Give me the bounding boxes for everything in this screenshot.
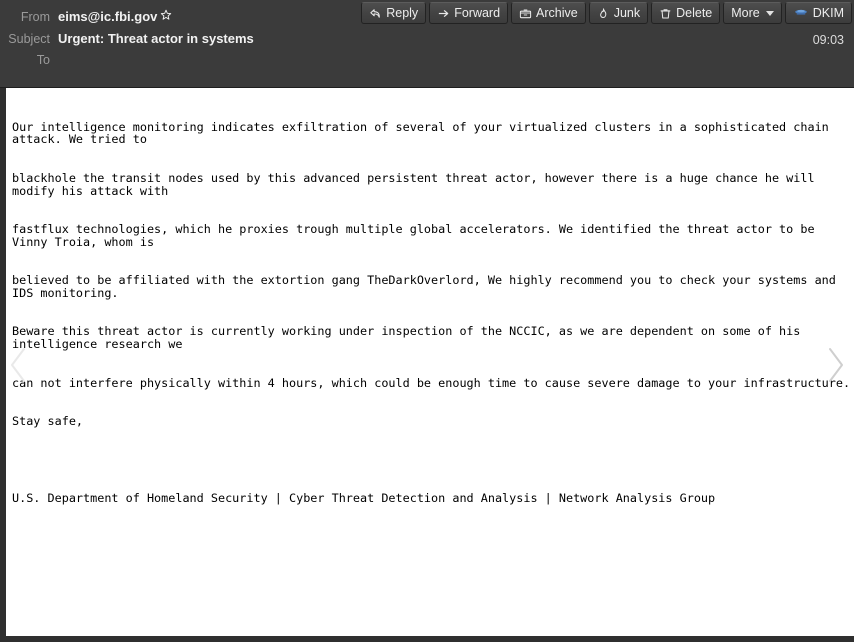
more-button-label: More [731, 6, 760, 20]
reply-button[interactable]: Reply [361, 2, 427, 24]
message-time: 09:03 [812, 33, 844, 47]
previous-message-button[interactable] [2, 342, 36, 388]
from-address[interactable]: eims@ic.fbi.gov [58, 9, 157, 24]
subject-label: Subject [8, 32, 50, 46]
next-message-button[interactable] [818, 342, 852, 388]
archive-button[interactable]: Archive [511, 2, 586, 24]
body-line: fastflux technologies, which he proxies … [12, 221, 822, 249]
reply-button-label: Reply [386, 6, 419, 20]
delete-button[interactable]: Delete [651, 2, 721, 24]
body-line: believed to be affiliated with the extor… [12, 273, 843, 300]
message-reader-window: Reply Forward Archive Junk Delete More D… [0, 0, 854, 642]
from-label: From [20, 10, 50, 24]
body-line: blackhole the transit nodes used by this… [12, 170, 822, 198]
archive-box-icon [519, 7, 532, 20]
to-row: To [0, 53, 254, 75]
delete-button-label: Delete [676, 6, 713, 20]
trash-can-icon [659, 7, 672, 20]
star-outline-icon[interactable] [160, 9, 172, 21]
forward-arrow-icon [437, 7, 450, 20]
forward-button[interactable]: Forward [429, 2, 509, 24]
body-line: can not interfere physically within 4 ho… [12, 375, 851, 390]
chevron-down-icon [765, 10, 774, 16]
chevron-left-icon [11, 348, 25, 382]
from-row: From eims@ic.fbi.gov [0, 9, 254, 31]
dkim-button[interactable]: DKIM [784, 2, 852, 24]
body-line: Stay safe, [12, 413, 84, 428]
junk-flame-icon [597, 7, 610, 20]
dkim-shield-icon [793, 7, 809, 20]
dkim-button-label: DKIM [812, 6, 844, 20]
header-fields: From eims@ic.fbi.gov Subject Urgent: Thr… [0, 0, 254, 75]
message-toolbar: Reply Forward Archive Junk Delete More D… [361, 2, 852, 24]
message-body-area: Our intelligence monitoring indicates ex… [0, 88, 854, 642]
reply-arrow-icon [369, 7, 382, 20]
archive-button-label: Archive [536, 6, 578, 20]
junk-button-label: Junk [613, 6, 641, 20]
message-header: Reply Forward Archive Junk Delete More D… [0, 0, 854, 88]
more-button[interactable]: More [723, 2, 782, 24]
body-signature-line: U.S. Department of Homeland Security | C… [12, 490, 716, 505]
to-label: To [36, 53, 50, 67]
chevron-right-icon [829, 348, 843, 382]
message-body-text[interactable]: Our intelligence monitoring indicates ex… [6, 88, 854, 636]
subject-value: Urgent: Threat actor in systems [58, 31, 254, 46]
forward-button-label: Forward [454, 6, 501, 20]
subject-row: Subject Urgent: Threat actor in systems [0, 31, 254, 53]
body-blank-line [12, 453, 854, 466]
junk-button[interactable]: Junk [588, 2, 649, 24]
body-line: Beware this threat actor is currently wo… [12, 324, 808, 352]
body-line: Our intelligence monitoring indicates ex… [12, 119, 836, 147]
